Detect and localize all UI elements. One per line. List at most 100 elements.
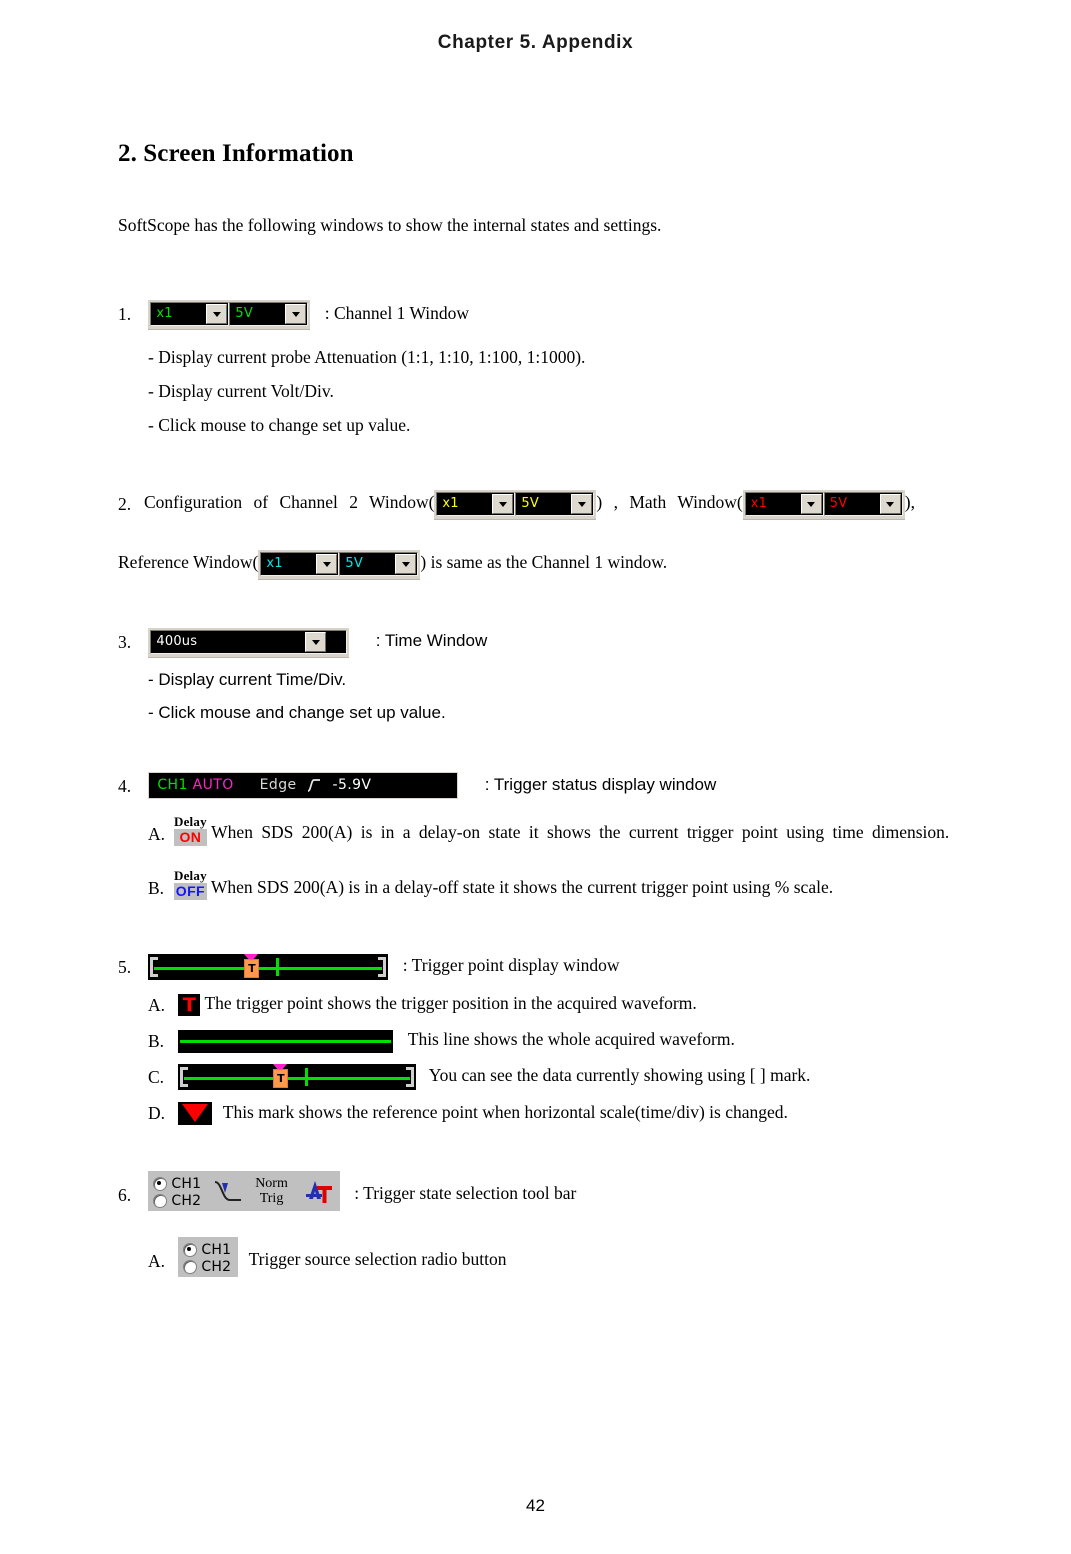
attenuation-combo[interactable]: x1 [436, 491, 516, 516]
trigger-state-selection-toolbar[interactable]: CH1 CH2 Norm Trig [148, 1170, 340, 1211]
radio-button-ch1-icon[interactable] [153, 1176, 168, 1191]
bullet-probe-attenuation: - Display current probe Attenuation (1:1… [148, 347, 586, 368]
trigger-point-bar-with-brackets: T [178, 1064, 417, 1091]
document-page: Chapter 5. Appendix 2. Screen Informatio… [0, 0, 1071, 1554]
bullet-voltdiv: - Display current Volt/Div. [148, 381, 334, 402]
norm-trig-button[interactable]: Norm Trig [255, 1176, 288, 1206]
bullet-timediv: - Display current Time/Div. [148, 669, 347, 689]
red-reference-triangle-icon [178, 1102, 213, 1126]
item-2-text-b: ) , Math Window( [596, 492, 743, 513]
chevron-down-icon[interactable] [316, 553, 338, 574]
sub-4a-letter: A. [148, 823, 166, 844]
trigger-source: CH1 [157, 777, 188, 794]
item-3-number: 3. [118, 632, 132, 653]
item-2-text-a: Configuration of Channel 2 Window( [144, 492, 435, 513]
bullet-click-mouse-time: - Click mouse and change set up value. [148, 702, 446, 722]
item-4-sublist: A. Delay ON When SDS 200(A) is in a dela… [148, 814, 956, 906]
waveform-line [154, 967, 383, 971]
sub-item-5c: C. T You can see the data currently show… [148, 1062, 956, 1091]
voltdiv-combo[interactable]: 5V [339, 551, 419, 576]
radio-row-ch2[interactable]: CH2 [183, 1257, 232, 1275]
auto-trigger-icon[interactable] [300, 1175, 334, 1207]
attenuation-combo[interactable]: x1 [260, 551, 340, 576]
timediv-value: 400us [156, 633, 198, 649]
radio-button-ch1-icon[interactable] [183, 1242, 198, 1257]
sub-item-6a: A. CH1 CH2 Trigger source selection radi… [148, 1236, 956, 1281]
radio-label-ch1: CH1 [171, 1175, 202, 1192]
sub-5b-letter: B. [148, 1031, 165, 1052]
delay-badge-caption: Delay [174, 868, 207, 884]
sub-5a-letter: A. [148, 995, 166, 1016]
chevron-down-icon[interactable] [285, 304, 307, 325]
item-2-text-d: Reference Window( [118, 552, 259, 573]
trigger-point-display-window[interactable]: T [148, 954, 389, 981]
left-bracket-icon [180, 1067, 189, 1088]
list-item-6: 6. CH1 CH2 Norm Trig: Trigger state sel… [118, 1170, 956, 1215]
radio-row-ch1[interactable]: CH1 [153, 1174, 202, 1192]
sub-item-5a: A. T The trigger point shows the trigger… [148, 990, 956, 1018]
item-5-sublist: A. T The trigger point shows the trigger… [148, 990, 956, 1126]
attenuation-value: x1 [266, 555, 283, 571]
falling-edge-slope-icon[interactable] [213, 1174, 243, 1208]
voltdiv-combo[interactable]: 5V [823, 491, 903, 516]
right-bracket-icon [378, 957, 387, 978]
trigger-source-selection-radio-button[interactable]: CH1 CH2 [178, 1236, 239, 1277]
item-4-caption: : Trigger status display window [484, 774, 717, 794]
right-bracket-icon [406, 1067, 415, 1088]
page-header: Chapter 5. Appendix [437, 32, 634, 53]
voltdiv-combo[interactable]: 5V [229, 302, 309, 327]
sub-5c-text: You can see the data currently showing u… [428, 1065, 811, 1086]
channel2-window-widget[interactable]: x1 5V [434, 489, 597, 519]
list-item-3: 3. 400us : Time Window [118, 627, 956, 657]
voltdiv-value: 5V [829, 495, 848, 511]
timediv-combo[interactable]: 400us [150, 629, 348, 654]
trigger-source-radio-group[interactable]: CH1 CH2 [153, 1174, 202, 1209]
intro-paragraph: SoftScope has the following windows to s… [118, 215, 662, 235]
green-waveform-line-bar [178, 1029, 394, 1053]
sub-item-5b: B. This line shows the whole acquired wa… [148, 1026, 956, 1054]
chevron-down-icon[interactable] [395, 553, 417, 574]
voltdiv-value: 5V [235, 306, 253, 322]
sub-4b-letter: B. [148, 878, 165, 899]
trigger-type: Edge [259, 777, 297, 794]
list-item-5: 5. T : Trigger point display window [118, 952, 956, 981]
attenuation-value: x1 [156, 306, 173, 322]
chevron-down-icon[interactable] [571, 493, 593, 514]
chevron-down-icon[interactable] [305, 631, 327, 652]
sub-5a-text: The trigger point shows the trigger posi… [204, 993, 697, 1014]
sub-item-4b: B. Delay OFF When SDS 200(A) is in a del… [148, 868, 956, 906]
radio-row-ch2[interactable]: CH2 [153, 1191, 201, 1209]
trigger-status-display-window: CH1 AUTO Edge -5.9V [148, 772, 459, 800]
radio-row-ch1[interactable]: CH1 [183, 1240, 231, 1258]
sub-item-5d: D. This mark shows the reference point w… [148, 1099, 956, 1127]
attenuation-combo[interactable]: x1 [744, 491, 824, 516]
reference-window-widget[interactable]: x1 5V [258, 549, 421, 579]
math-window-widget[interactable]: x1 5V [742, 489, 905, 519]
waveform-line [180, 1039, 392, 1043]
item-6-sublist: A. CH1 CH2 Trigger source selection radi… [148, 1236, 956, 1281]
chevron-down-icon[interactable] [800, 493, 822, 514]
page-number: 42 [526, 1496, 545, 1515]
time-window-widget[interactable]: 400us [148, 627, 350, 657]
item-5-caption: : Trigger point display window [402, 955, 620, 976]
center-tick [305, 1068, 309, 1087]
attenuation-combo[interactable]: x1 [150, 302, 230, 327]
delay-off-badge: Delay OFF [174, 868, 207, 901]
radio-label-ch2: CH2 [201, 1258, 232, 1275]
item-4-number: 4. [118, 775, 132, 796]
trigger-point-marker[interactable]: T [244, 959, 260, 979]
sub-6a-text: Trigger source selection radio button [248, 1248, 507, 1269]
radio-button-ch2-icon[interactable] [183, 1259, 198, 1274]
chevron-down-icon[interactable] [206, 304, 228, 325]
list-item-1: 1. x1 5V : Channel 1 Window [118, 300, 956, 330]
radio-button-ch2-icon[interactable] [153, 1193, 168, 1208]
chevron-down-icon[interactable] [492, 493, 514, 514]
trigger-point-marker: T [273, 1069, 289, 1089]
channel1-window-widget[interactable]: x1 5V [148, 300, 311, 330]
trigger-level: -5.9V [332, 777, 372, 794]
voltdiv-combo[interactable]: 5V [515, 491, 595, 516]
left-bracket-icon [150, 957, 159, 978]
page-content: 2. Screen Information SoftScope has the … [118, 140, 956, 1281]
trigger-source-radio-group[interactable]: CH1 CH2 [183, 1240, 232, 1275]
chevron-down-icon[interactable] [879, 493, 901, 514]
